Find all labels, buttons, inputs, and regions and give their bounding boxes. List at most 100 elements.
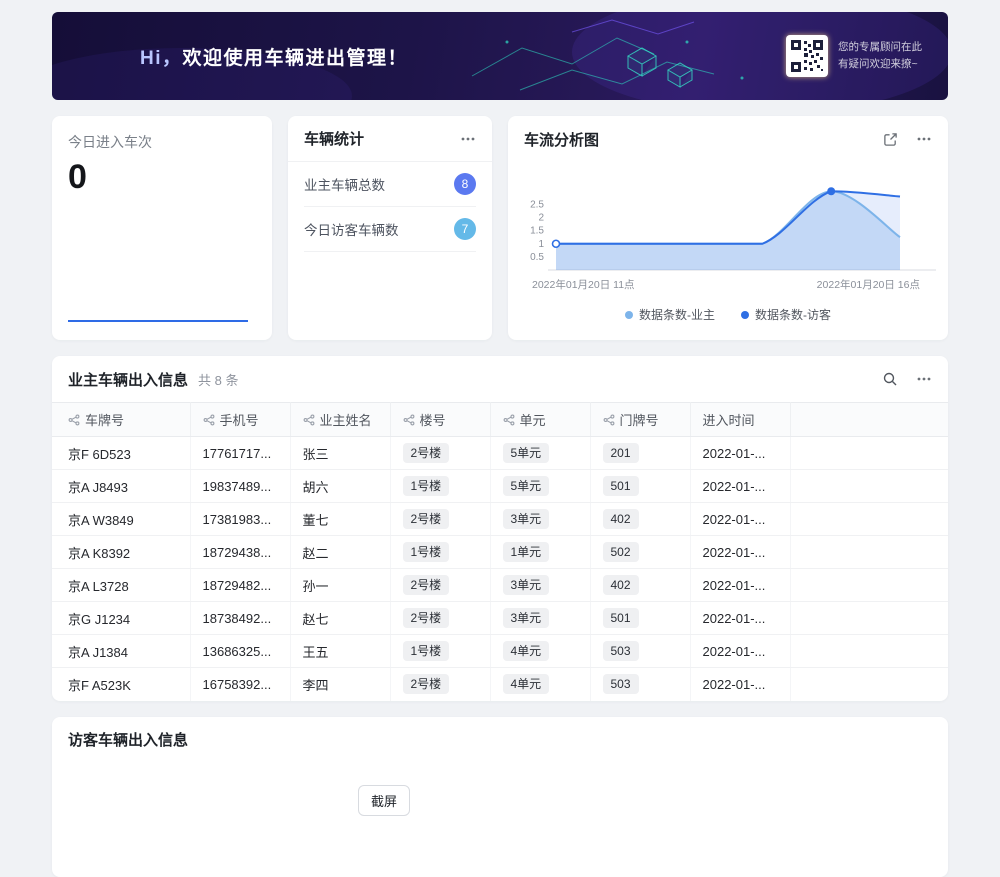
table-cell[interactable]: 2号楼 (390, 668, 490, 701)
table-cell[interactable]: 19837489... (190, 470, 290, 503)
table-cell[interactable]: 402 (590, 569, 690, 602)
lookup-icon (403, 414, 415, 429)
table-cell[interactable]: 张三 (290, 437, 390, 470)
more-icon[interactable] (460, 131, 476, 147)
table-cell[interactable]: 2022-01-... (690, 437, 790, 470)
table-cell[interactable]: 京A J8493 (52, 470, 190, 503)
table-cell[interactable]: 京F 6D523 (52, 437, 190, 470)
empty-cell (790, 635, 948, 668)
table-cell[interactable]: 18738492... (190, 602, 290, 635)
owner-table: 车牌号手机号业主姓名 楼号 单元门牌号进入时间 京F 6D52317761717..… (52, 402, 948, 701)
table-row: 京G J123418738492...赵七2号楼3单元5012022-01-..… (52, 602, 948, 635)
legend-item[interactable]: 数据条数-访客 (741, 306, 831, 323)
column-header[interactable]: 车牌号 (52, 403, 190, 437)
table-cell[interactable]: 17761717... (190, 437, 290, 470)
table-cell[interactable]: 京A J1384 (52, 635, 190, 668)
table-cell[interactable]: 3单元 (490, 602, 590, 635)
more-icon[interactable] (916, 131, 932, 147)
tag-pill: 3单元 (503, 509, 550, 529)
legend-item[interactable]: 数据条数-业主 (625, 306, 715, 323)
lookup-icon (203, 414, 215, 429)
tag-pill: 2号楼 (403, 674, 450, 694)
legend-dot-icon (741, 311, 749, 319)
empty-cell (790, 470, 948, 503)
table-cell[interactable]: 2号楼 (390, 569, 490, 602)
search-icon[interactable] (882, 371, 898, 387)
table-cell[interactable]: 2号楼 (390, 437, 490, 470)
table-cell[interactable]: 4单元 (490, 668, 590, 701)
table-cell[interactable]: 1号楼 (390, 470, 490, 503)
table-cell[interactable]: 2号楼 (390, 602, 490, 635)
svg-text:1: 1 (538, 239, 544, 250)
table-cell[interactable]: 503 (590, 668, 690, 701)
table-cell[interactable]: 2022-01-... (690, 635, 790, 668)
tag-pill: 2号楼 (403, 443, 450, 463)
tag-pill: 1号楼 (403, 641, 450, 661)
table-cell[interactable]: 18729438... (190, 536, 290, 569)
table-cell[interactable]: 2022-01-... (690, 536, 790, 569)
column-header[interactable]: 进入时间 (690, 403, 790, 437)
table-cell[interactable]: 13686325... (190, 635, 290, 668)
table-cell[interactable]: 1单元 (490, 536, 590, 569)
tag-pill: 1单元 (503, 542, 550, 562)
table-cell[interactable]: 2022-01-... (690, 668, 790, 701)
table-cell[interactable]: 王五 (290, 635, 390, 668)
more-icon[interactable] (916, 371, 932, 387)
table-cell[interactable]: 501 (590, 602, 690, 635)
table-cell[interactable]: 1号楼 (390, 536, 490, 569)
open-in-new-icon[interactable] (883, 132, 898, 147)
banner-greeting-text: 欢迎使用车辆进出管理！ (183, 48, 409, 69)
table-cell[interactable]: 4单元 (490, 635, 590, 668)
column-header[interactable]: 业主姓名 (290, 403, 390, 437)
table-cell[interactable]: 2022-01-... (690, 569, 790, 602)
table-cell[interactable]: 17381983... (190, 503, 290, 536)
table-cell[interactable]: 501 (590, 470, 690, 503)
table-cell[interactable]: 京G J1234 (52, 602, 190, 635)
table-cell[interactable]: 201 (590, 437, 690, 470)
table-cell[interactable]: 3单元 (490, 503, 590, 536)
table-cell[interactable]: 京A W3849 (52, 503, 190, 536)
column-header[interactable]: 门牌号 (590, 403, 690, 437)
count-badge: 7 (454, 218, 476, 240)
table-cell[interactable]: 京A K8392 (52, 536, 190, 569)
table-cell[interactable]: 赵二 (290, 536, 390, 569)
legend-dot-icon (625, 311, 633, 319)
table-row: 京A K839218729438...赵二 1号楼 1单元 5022022-01-..… (52, 536, 948, 569)
table-cell[interactable]: 胡六 (290, 470, 390, 503)
table-cell[interactable]: 3单元 (490, 569, 590, 602)
column-header[interactable]: 单元 (490, 403, 590, 437)
table-cell[interactable]: 502 (590, 536, 690, 569)
table-cell[interactable]: 18729482... (190, 569, 290, 602)
column-label: 楼号 (420, 413, 446, 428)
lookup-icon (303, 414, 315, 429)
column-header[interactable]: 楼号 (390, 403, 490, 437)
table-cell[interactable]: 2022-01-... (690, 470, 790, 503)
table-cell[interactable]: 李四 (290, 668, 390, 701)
table-row: 京A J138413686325...王五 1号楼 4单元 503 2022-01-..… (52, 635, 948, 668)
table-cell[interactable]: 5单元 (490, 437, 590, 470)
table-cell[interactable]: 孙一 (290, 569, 390, 602)
tag-pill: 1号楼 (403, 542, 450, 562)
table-cell[interactable]: 1号楼 (390, 635, 490, 668)
table-cell[interactable]: 5单元 (490, 470, 590, 503)
table-cell[interactable]: 16758392... (190, 668, 290, 701)
legend-label: 数据条数-访客 (755, 306, 831, 323)
table-row: 京F 6D52317761717...张三 2号楼 5单元 2012022-01-..… (52, 437, 948, 470)
table-cell[interactable]: 京A L3728 (52, 569, 190, 602)
svg-text:2022年01月20日 11点: 2022年01月20日 11点 (532, 278, 635, 291)
tag-pill: 5单元 (503, 443, 550, 463)
table-cell[interactable]: 京F A523K (52, 668, 190, 701)
tag-pill: 503 (603, 641, 639, 661)
column-header[interactable]: 手机号 (190, 403, 290, 437)
table-cell[interactable]: 402 (590, 503, 690, 536)
svg-text:0.5: 0.5 (530, 252, 544, 263)
table-cell[interactable]: 2022-01-... (690, 503, 790, 536)
table-cell[interactable]: 2022-01-... (690, 602, 790, 635)
table-cell[interactable]: 503 (590, 635, 690, 668)
table-cell[interactable]: 2号楼 (390, 503, 490, 536)
table-cell[interactable]: 赵七 (290, 602, 390, 635)
today-entries-card: 今日进入车次 0 (52, 116, 272, 340)
screenshot-button[interactable]: 截屏 (358, 785, 410, 816)
table-cell[interactable]: 董七 (290, 503, 390, 536)
qr-caption: 您的专属顾问在此 有疑问欢迎来撩~ (838, 39, 922, 73)
